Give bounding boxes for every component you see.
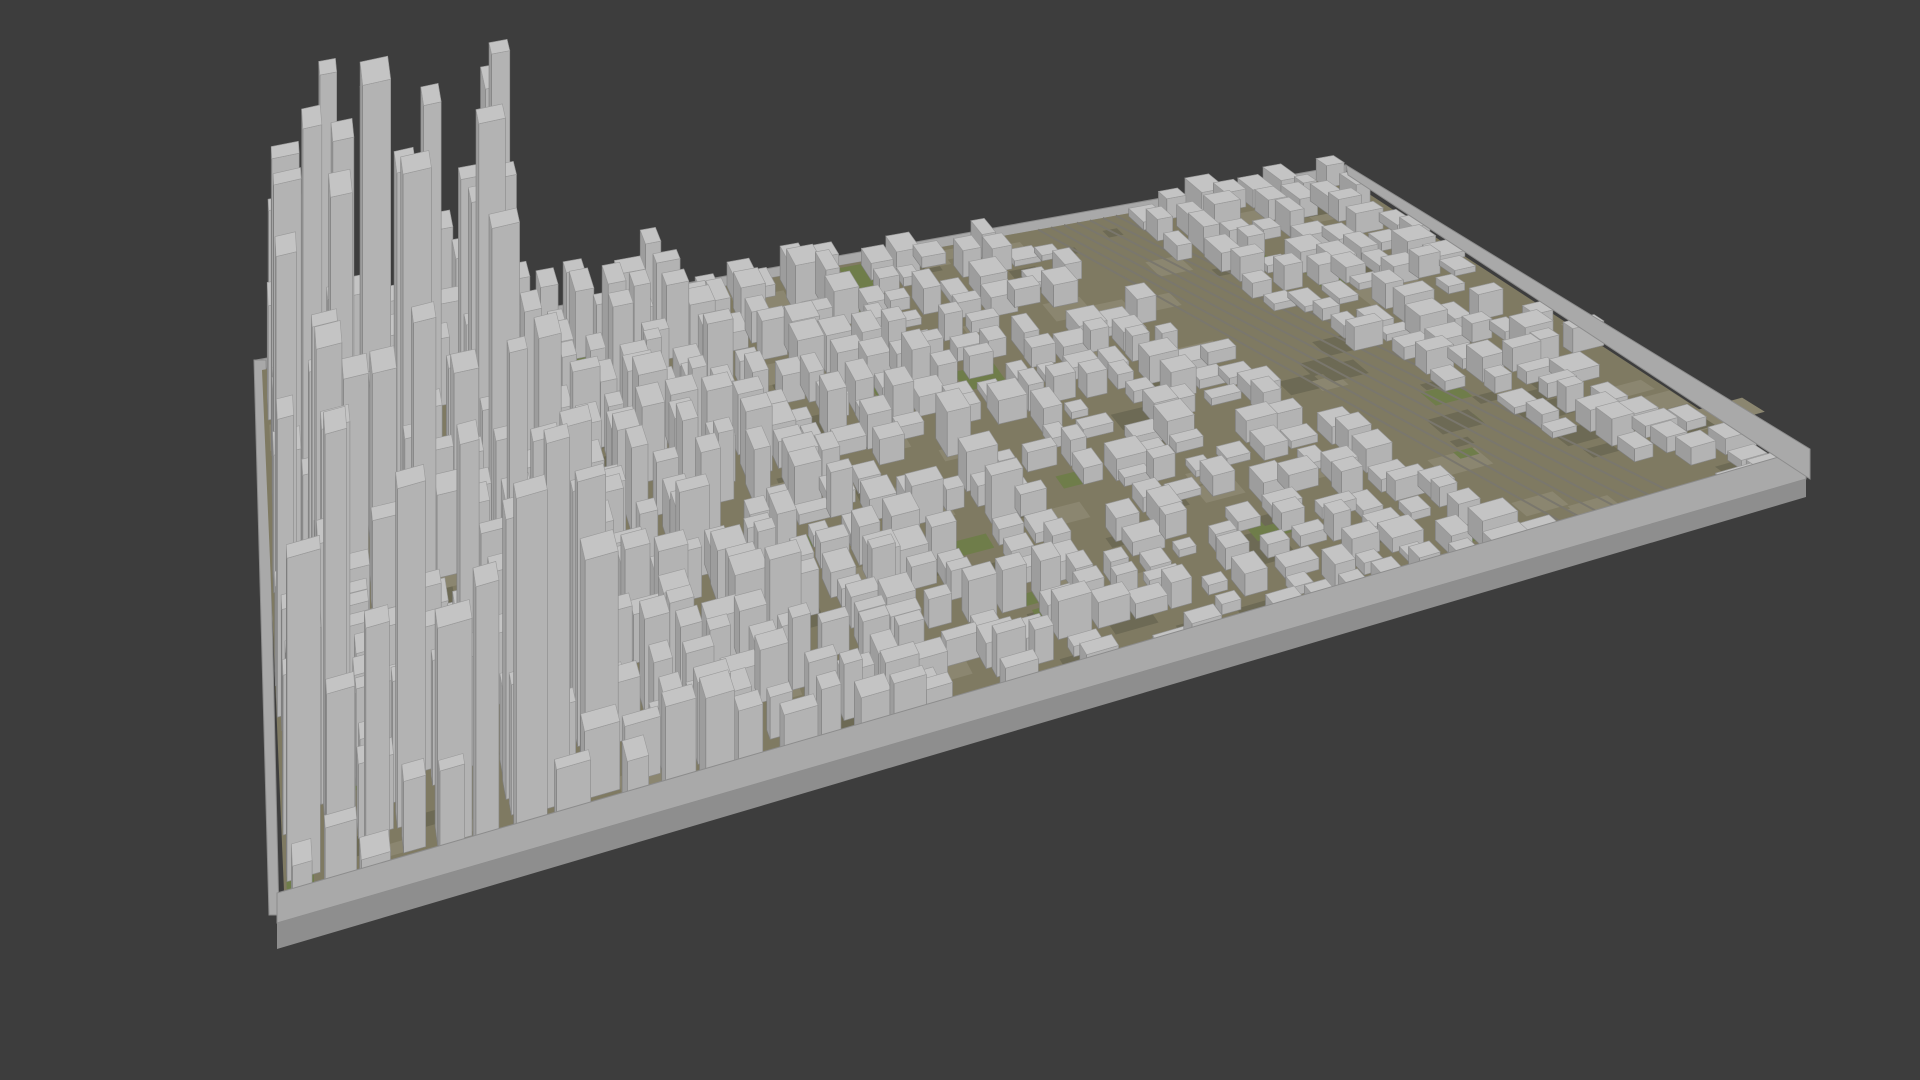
building-side-face: [570, 480, 574, 724]
building-roof: [276, 394, 294, 420]
building: [994, 551, 1027, 615]
building: [363, 604, 390, 865]
building-roof: [301, 104, 323, 130]
building-front-face: [1086, 368, 1108, 399]
building: [1158, 501, 1188, 541]
building-side-face: [458, 167, 462, 372]
building-side-face: [513, 483, 517, 841]
building-front-face: [1283, 261, 1303, 292]
building-side-face: [323, 412, 326, 828]
building-roof: [328, 168, 353, 198]
building: [1050, 580, 1093, 641]
building-side-face: [508, 672, 512, 816]
building-front-face: [403, 774, 427, 854]
building-side-face: [446, 355, 450, 447]
building: [513, 474, 548, 841]
building-side-face: [282, 659, 284, 836]
building-roof: [330, 117, 355, 142]
building: [872, 420, 905, 466]
building-front-face: [546, 436, 571, 810]
building: [1345, 312, 1384, 352]
building: [1272, 252, 1304, 292]
building: [1006, 275, 1041, 309]
building-side-face: [274, 236, 277, 614]
building-front-face: [761, 315, 788, 361]
building-front-face: [1136, 294, 1157, 325]
building-side-face: [370, 507, 373, 613]
building-front-face: [286, 548, 321, 883]
building-front-face: [475, 579, 500, 858]
building: [1331, 455, 1364, 497]
building: [285, 534, 321, 883]
building: [963, 342, 994, 380]
building-side-face: [270, 146, 273, 456]
building-side-face: [276, 398, 278, 718]
building-side-face: [472, 567, 477, 858]
building-side-face: [430, 650, 433, 786]
building: [401, 757, 427, 854]
building-front-face: [830, 466, 854, 519]
building-side-face: [272, 431, 275, 593]
building: [1408, 244, 1441, 279]
city-model-scene: [253, 38, 1811, 949]
building-side-face: [787, 607, 793, 691]
building: [1089, 581, 1131, 630]
building-side-face: [285, 544, 288, 882]
building: [1077, 357, 1108, 399]
building: [826, 458, 854, 519]
building-front-face: [1001, 563, 1027, 614]
building-side-face: [395, 472, 398, 829]
building-side-face: [363, 611, 367, 865]
building: [472, 561, 500, 858]
3d-viewport[interactable]: [0, 0, 1920, 1080]
building: [1345, 200, 1384, 235]
building: [1145, 444, 1176, 483]
building-roof: [318, 57, 338, 76]
building: [756, 305, 788, 361]
building: [1461, 311, 1493, 344]
building-side-face: [434, 609, 438, 846]
building: [923, 583, 952, 629]
building: [543, 423, 571, 810]
building-front-face: [365, 620, 390, 865]
building-side-face: [280, 594, 283, 731]
building: [1082, 317, 1110, 354]
building: [940, 475, 965, 513]
building-side-face: [502, 500, 507, 800]
building-front-face: [515, 489, 548, 841]
building-side-face: [274, 571, 276, 686]
building-roof: [420, 82, 442, 106]
